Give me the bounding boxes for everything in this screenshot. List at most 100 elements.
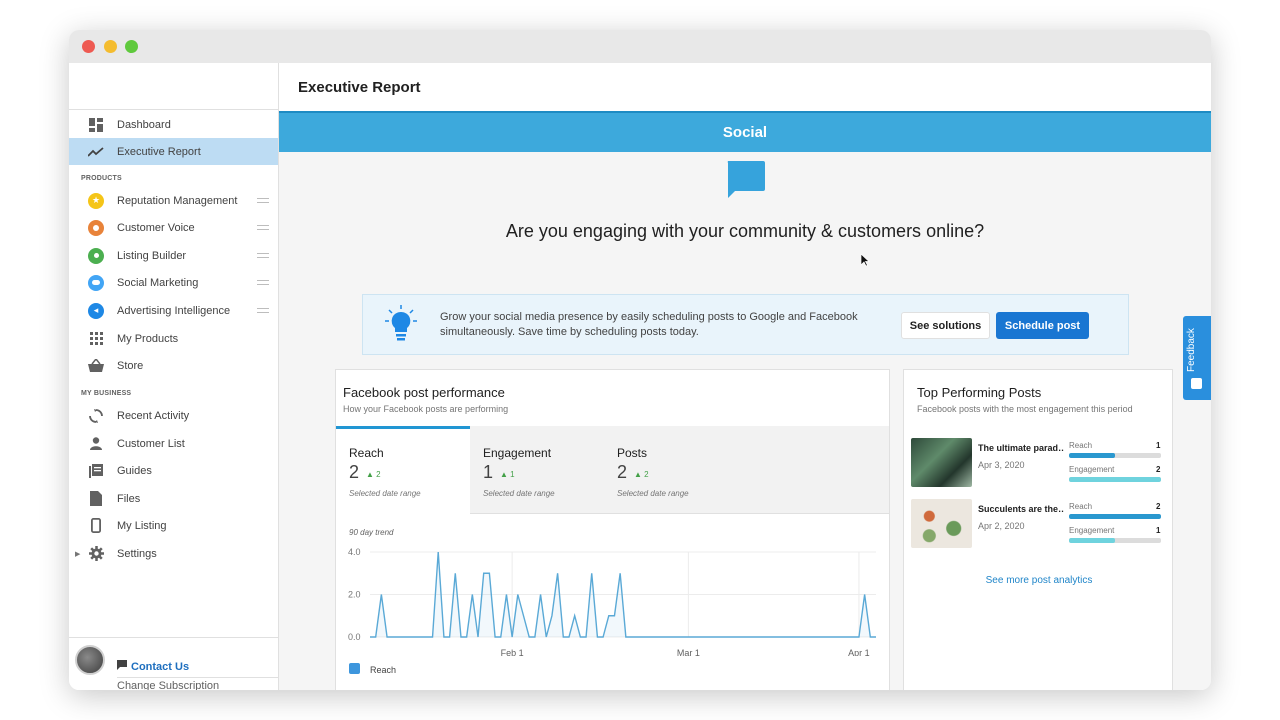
- phone-icon: [88, 518, 104, 534]
- feedback-label: Feedback: [1186, 328, 1197, 372]
- post-title: The ultimate parad…: [978, 443, 1064, 453]
- close-window-button[interactable]: [82, 40, 95, 53]
- drag-handle-icon[interactable]: [257, 280, 269, 285]
- sidebar-item-settings[interactable]: ▶ Settings: [69, 540, 278, 567]
- engagement-label: Engagement: [1069, 526, 1115, 535]
- sidebar-item-label: Executive Report: [117, 145, 201, 158]
- engagement-value: 1: [1156, 526, 1161, 535]
- drag-handle-icon[interactable]: [257, 198, 269, 203]
- sidebar-item-customer-voice[interactable]: Customer Voice: [69, 214, 278, 241]
- engagement-label: Engagement: [1069, 465, 1115, 474]
- drag-handle-icon[interactable]: [257, 308, 269, 313]
- chat-icon: [117, 660, 127, 673]
- sidebar-item-executive-report[interactable]: Executive Report: [69, 138, 278, 165]
- change-subscription-link[interactable]: Change Subscription: [117, 677, 278, 690]
- avatar[interactable]: [75, 645, 105, 675]
- sidebar-item-label: Customer List: [117, 437, 185, 450]
- gear-icon: [88, 546, 104, 562]
- section-banner: Social: [279, 111, 1211, 152]
- card-title: Facebook post performance: [343, 385, 505, 400]
- tab-engagement[interactable]: Engagement 1 ▲ 1 Selected date range: [470, 426, 604, 514]
- schedule-post-button[interactable]: Schedule post: [996, 312, 1089, 339]
- sidebar-item-advertising-intelligence[interactable]: ◂ Advertising Intelligence: [69, 297, 278, 324]
- card-subtitle: Facebook posts with the most engagement …: [917, 404, 1133, 414]
- post-date: Apr 2, 2020: [978, 521, 1025, 531]
- sidebar-item-label: My Products: [117, 332, 179, 345]
- drag-handle-icon[interactable]: [257, 253, 269, 258]
- main-content: Executive Report Social Are you engaging…: [279, 63, 1211, 690]
- top-posts-card: Top Performing Posts Facebook posts with…: [903, 369, 1173, 690]
- engagement-value: 2: [1156, 465, 1161, 474]
- reach-value: 1: [1156, 441, 1161, 450]
- post-date: Apr 3, 2020: [978, 460, 1025, 470]
- see-more-analytics-link[interactable]: See more post analytics: [904, 575, 1174, 586]
- metric-delta: ▲ 1: [500, 470, 515, 479]
- star-icon: ★: [88, 192, 104, 209]
- metric-name: Engagement: [483, 446, 552, 460]
- sidebar-item-label: My Listing: [117, 519, 167, 532]
- post-thumbnail: [911, 499, 972, 548]
- sidebar-item-label: Social Marketing: [117, 276, 199, 289]
- sidebar-item-recent-activity[interactable]: Recent Activity: [69, 402, 278, 429]
- lightbulb-icon: [385, 305, 417, 348]
- metric-footnote: Selected date range: [349, 489, 421, 498]
- sidebar-item-customer-list[interactable]: Customer List: [69, 430, 278, 457]
- refresh-icon: [88, 408, 104, 424]
- person-icon: [88, 436, 104, 452]
- sidebar-item-label: Store: [117, 359, 144, 372]
- reach-bar: [1069, 453, 1161, 458]
- sidebar-item-dashboard[interactable]: Dashboard: [69, 111, 278, 138]
- legend-label: Reach: [370, 665, 397, 675]
- sidebar-item-reputation-management[interactable]: ★ Reputation Management: [69, 187, 278, 214]
- feedback-icon: [1191, 378, 1202, 389]
- sidebar-item-guides[interactable]: Guides: [69, 457, 278, 484]
- guides-icon: [88, 463, 104, 479]
- section-title: Social: [722, 124, 768, 141]
- feedback-tab[interactable]: Feedback: [1183, 316, 1211, 400]
- sidebar-item-social-marketing[interactable]: Social Marketing: [69, 269, 278, 296]
- drag-handle-icon[interactable]: [257, 225, 269, 230]
- apps-grid-icon: [88, 331, 104, 347]
- basket-icon: [88, 358, 104, 374]
- metric-value: 2: [349, 462, 360, 482]
- post-item[interactable]: The ultimate parad… Apr 3, 2020 Reach 1 …: [911, 438, 1167, 488]
- y-tick-label: 2.0: [348, 590, 361, 600]
- voice-icon: [88, 219, 104, 236]
- legend-swatch: [349, 663, 360, 674]
- page-header: Executive Report: [279, 63, 1211, 111]
- tip-text: Grow your social media presence by easil…: [440, 311, 858, 338]
- caret-right-icon[interactable]: ▶: [75, 550, 80, 558]
- minimize-window-button[interactable]: [104, 40, 117, 53]
- facebook-performance-card: Facebook post performance How your Faceb…: [335, 369, 890, 690]
- tab-posts[interactable]: Posts 2 ▲ 2 Selected date range: [604, 426, 738, 514]
- dashboard-icon: [88, 117, 104, 133]
- metric-tabs: Reach 2 ▲ 2 Selected date range Engageme…: [336, 426, 889, 514]
- sidebar-item-my-listing[interactable]: My Listing: [69, 512, 278, 539]
- metric-delta: ▲ 2: [634, 470, 649, 479]
- trend-label: 90 day trend: [349, 528, 394, 537]
- contact-us-label: Contact Us: [131, 660, 190, 673]
- sidebar-item-store[interactable]: Store: [69, 352, 278, 379]
- sidebar-item-my-products[interactable]: My Products: [69, 325, 278, 352]
- sidebar-item-listing-builder[interactable]: Listing Builder: [69, 242, 278, 269]
- social-bubble-icon: [88, 274, 104, 291]
- sidebar: Dashboard Executive Report PRODUCTS ★ Re…: [69, 63, 279, 690]
- tab-reach[interactable]: Reach 2 ▲ 2 Selected date range: [336, 426, 470, 514]
- post-title: Succulents are the…: [978, 504, 1064, 514]
- post-item[interactable]: Succulents are the… Apr 2, 2020 Reach 2 …: [911, 499, 1167, 549]
- arrow-up-icon: ▲: [634, 470, 642, 479]
- sidebar-item-label: Customer Voice: [117, 221, 195, 234]
- sidebar-item-label: Recent Activity: [117, 409, 190, 422]
- sidebar-item-label: Guides: [117, 464, 152, 477]
- sidebar-item-files[interactable]: Files: [69, 485, 278, 512]
- metric-name: Posts: [617, 446, 648, 460]
- card-subtitle: How your Facebook posts are performing: [343, 404, 509, 414]
- contact-us-link[interactable]: Contact Us: [117, 660, 189, 673]
- see-solutions-button[interactable]: See solutions: [901, 312, 990, 339]
- reach-value: 2: [1156, 502, 1161, 511]
- y-tick-label: 0.0: [348, 632, 361, 642]
- maximize-window-button[interactable]: [125, 40, 138, 53]
- x-tick-label: Feb 1: [501, 648, 524, 656]
- reach-label: Reach: [1069, 441, 1093, 450]
- sidebar-item-label: Files: [117, 492, 141, 505]
